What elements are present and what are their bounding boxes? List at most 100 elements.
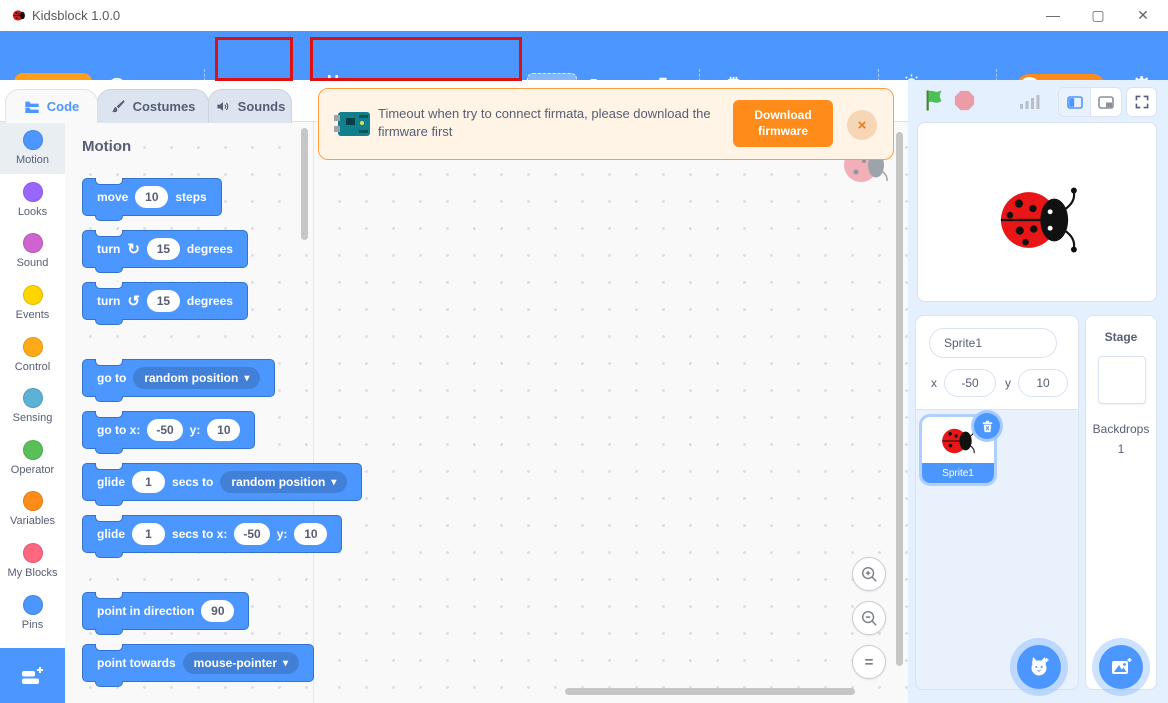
large-stage-button[interactable] bbox=[1091, 88, 1121, 116]
block-number-input[interactable]: 90 bbox=[201, 600, 234, 622]
fullscreen-button[interactable] bbox=[1126, 87, 1157, 117]
code-workspace[interactable] bbox=[313, 122, 909, 703]
backdrop-thumbnail[interactable] bbox=[1098, 356, 1146, 404]
block-text: turn bbox=[97, 242, 120, 256]
ladybug-sprite[interactable] bbox=[996, 179, 1078, 266]
category-dot bbox=[23, 285, 43, 305]
palette-block[interactable]: glide1secs torandom position▾ bbox=[82, 463, 362, 501]
block-number-input[interactable]: 10 bbox=[207, 419, 240, 441]
block-text: y: bbox=[277, 527, 288, 541]
palette-scrollbar[interactable] bbox=[301, 128, 308, 240]
palette-block[interactable]: turn↺15degrees bbox=[82, 282, 248, 320]
stage-canvas[interactable] bbox=[917, 122, 1157, 302]
category-dot bbox=[23, 233, 43, 253]
category-sidebar: Motion Looks Sound Events Control Sensing Oper… bbox=[0, 122, 65, 648]
tab-sounds[interactable]: Sounds bbox=[208, 89, 292, 123]
add-extension-button[interactable] bbox=[0, 648, 65, 703]
stage-selector-panel[interactable]: Stage Backdrops 1 bbox=[1085, 315, 1157, 690]
sidebar-category-my-blocks[interactable]: My Blocks bbox=[0, 535, 65, 587]
block-dropdown[interactable]: mouse-pointer▾ bbox=[183, 652, 299, 674]
delete-sprite-button[interactable] bbox=[974, 413, 1000, 439]
category-label: Motion bbox=[16, 154, 49, 167]
workspace-vscrollbar[interactable] bbox=[896, 132, 903, 666]
banner-download-firmware-button[interactable]: Download firmware bbox=[733, 100, 833, 147]
block-number-input[interactable]: 1 bbox=[132, 523, 165, 545]
block-text: point in direction bbox=[97, 604, 194, 618]
block-text: secs to x: bbox=[172, 527, 227, 541]
sprite-name-input[interactable] bbox=[929, 328, 1057, 358]
palette-block[interactable]: move10steps bbox=[82, 178, 222, 216]
category-label: Control bbox=[15, 361, 50, 374]
palette-block-list: move10stepsturn↻15degreesturn↺15degreesg… bbox=[82, 178, 317, 696]
category-dot bbox=[23, 440, 43, 460]
block-dropdown[interactable]: random position▾ bbox=[220, 471, 347, 493]
x-position-input[interactable] bbox=[944, 369, 996, 397]
trash-icon bbox=[981, 420, 994, 433]
tab-costumes[interactable]: Costumes bbox=[97, 89, 209, 123]
sidebar-category-pins[interactable]: Pins bbox=[0, 587, 65, 639]
workspace-hscrollbar[interactable] bbox=[565, 688, 855, 695]
sidebar-category-operator[interactable]: Operator bbox=[0, 432, 65, 484]
tab-code[interactable]: Code bbox=[5, 89, 98, 123]
minimize-button[interactable]: — bbox=[1032, 0, 1074, 30]
firmata-timeout-banner: Timeout when try to connect firmata, ple… bbox=[318, 88, 894, 160]
sidebar-category-sensing[interactable]: Sensing bbox=[0, 380, 65, 432]
small-stage-button[interactable] bbox=[1059, 88, 1090, 116]
maximize-button[interactable]: ▢ bbox=[1077, 0, 1119, 30]
block-number-input[interactable]: 15 bbox=[147, 290, 180, 312]
block-dropdown[interactable]: random position▾ bbox=[133, 367, 260, 389]
zoom-reset-button[interactable]: = bbox=[852, 645, 886, 679]
block-number-input[interactable]: 1 bbox=[132, 471, 165, 493]
backdrops-count: 1 bbox=[1086, 442, 1156, 456]
stage-panel-title: Stage bbox=[1086, 330, 1156, 344]
sidebar-category-sound[interactable]: Sound bbox=[0, 225, 65, 277]
app-window: Kidsblock 1.0.0 — ▢ ✕ kidsblock ▾ Edit P… bbox=[0, 0, 1168, 703]
palette-block[interactable]: turn↻15degrees bbox=[82, 230, 248, 268]
sprite-thumbnail-label: Sprite1 bbox=[922, 463, 994, 483]
sidebar-category-looks[interactable]: Looks bbox=[0, 174, 65, 226]
banner-close-icon[interactable]: × bbox=[847, 110, 877, 140]
block-text: glide bbox=[97, 475, 125, 489]
sidebar-category-control[interactable]: Control bbox=[0, 329, 65, 381]
green-flag-icon[interactable] bbox=[924, 89, 946, 117]
fullscreen-icon bbox=[1134, 94, 1150, 110]
turn-arrow-icon: ↻ bbox=[127, 242, 140, 257]
dropdown-caret-icon: ▾ bbox=[331, 477, 336, 488]
add-backdrop-button[interactable] bbox=[1099, 645, 1143, 689]
add-sprite-button[interactable] bbox=[1017, 645, 1061, 689]
block-text: point towards bbox=[97, 656, 176, 670]
turn-arrow-icon: ↺ bbox=[127, 294, 140, 309]
category-dot bbox=[23, 337, 43, 357]
y-position-input[interactable] bbox=[1018, 369, 1068, 397]
cat-icon bbox=[1027, 655, 1051, 679]
sidebar-category-variables[interactable]: Variables bbox=[0, 483, 65, 535]
palette-block[interactable]: glide1secs to x:-50y:10 bbox=[82, 515, 342, 553]
block-number-input[interactable]: 15 bbox=[147, 238, 180, 260]
category-label: Operator bbox=[11, 464, 54, 477]
zoom-in-button[interactable] bbox=[852, 557, 886, 591]
close-button[interactable]: ✕ bbox=[1122, 0, 1164, 30]
stop-sign-icon[interactable] bbox=[954, 90, 975, 116]
palette-block[interactable]: go torandom position▾ bbox=[82, 359, 275, 397]
backdrop-image-icon bbox=[1109, 655, 1133, 679]
sidebar-category-motion[interactable]: Motion bbox=[0, 122, 65, 174]
category-label: Pins bbox=[22, 619, 43, 632]
sidebar-category-events[interactable]: Events bbox=[0, 277, 65, 329]
block-number-input[interactable]: -50 bbox=[234, 523, 269, 545]
category-dot bbox=[23, 543, 43, 563]
palette-block[interactable]: point towards mouse-pointer▾ bbox=[82, 644, 314, 682]
block-text: y: bbox=[190, 423, 201, 437]
category-label: Looks bbox=[18, 206, 47, 219]
block-number-input[interactable]: -50 bbox=[147, 419, 182, 441]
category-label: Variables bbox=[10, 515, 55, 528]
category-label: Events bbox=[16, 309, 50, 322]
window-title: Kidsblock 1.0.0 bbox=[32, 8, 120, 23]
palette-block[interactable]: go to x:-50y:10 bbox=[82, 411, 255, 449]
stage-size-toggle-group bbox=[1058, 87, 1122, 117]
palette-block[interactable]: point in direction 90 bbox=[82, 592, 249, 630]
block-number-input[interactable]: 10 bbox=[135, 186, 168, 208]
sprite-info-bar: x y bbox=[916, 316, 1078, 410]
zoom-out-button[interactable] bbox=[852, 601, 886, 635]
block-number-input[interactable]: 10 bbox=[294, 523, 327, 545]
block-text: degrees bbox=[187, 294, 233, 308]
